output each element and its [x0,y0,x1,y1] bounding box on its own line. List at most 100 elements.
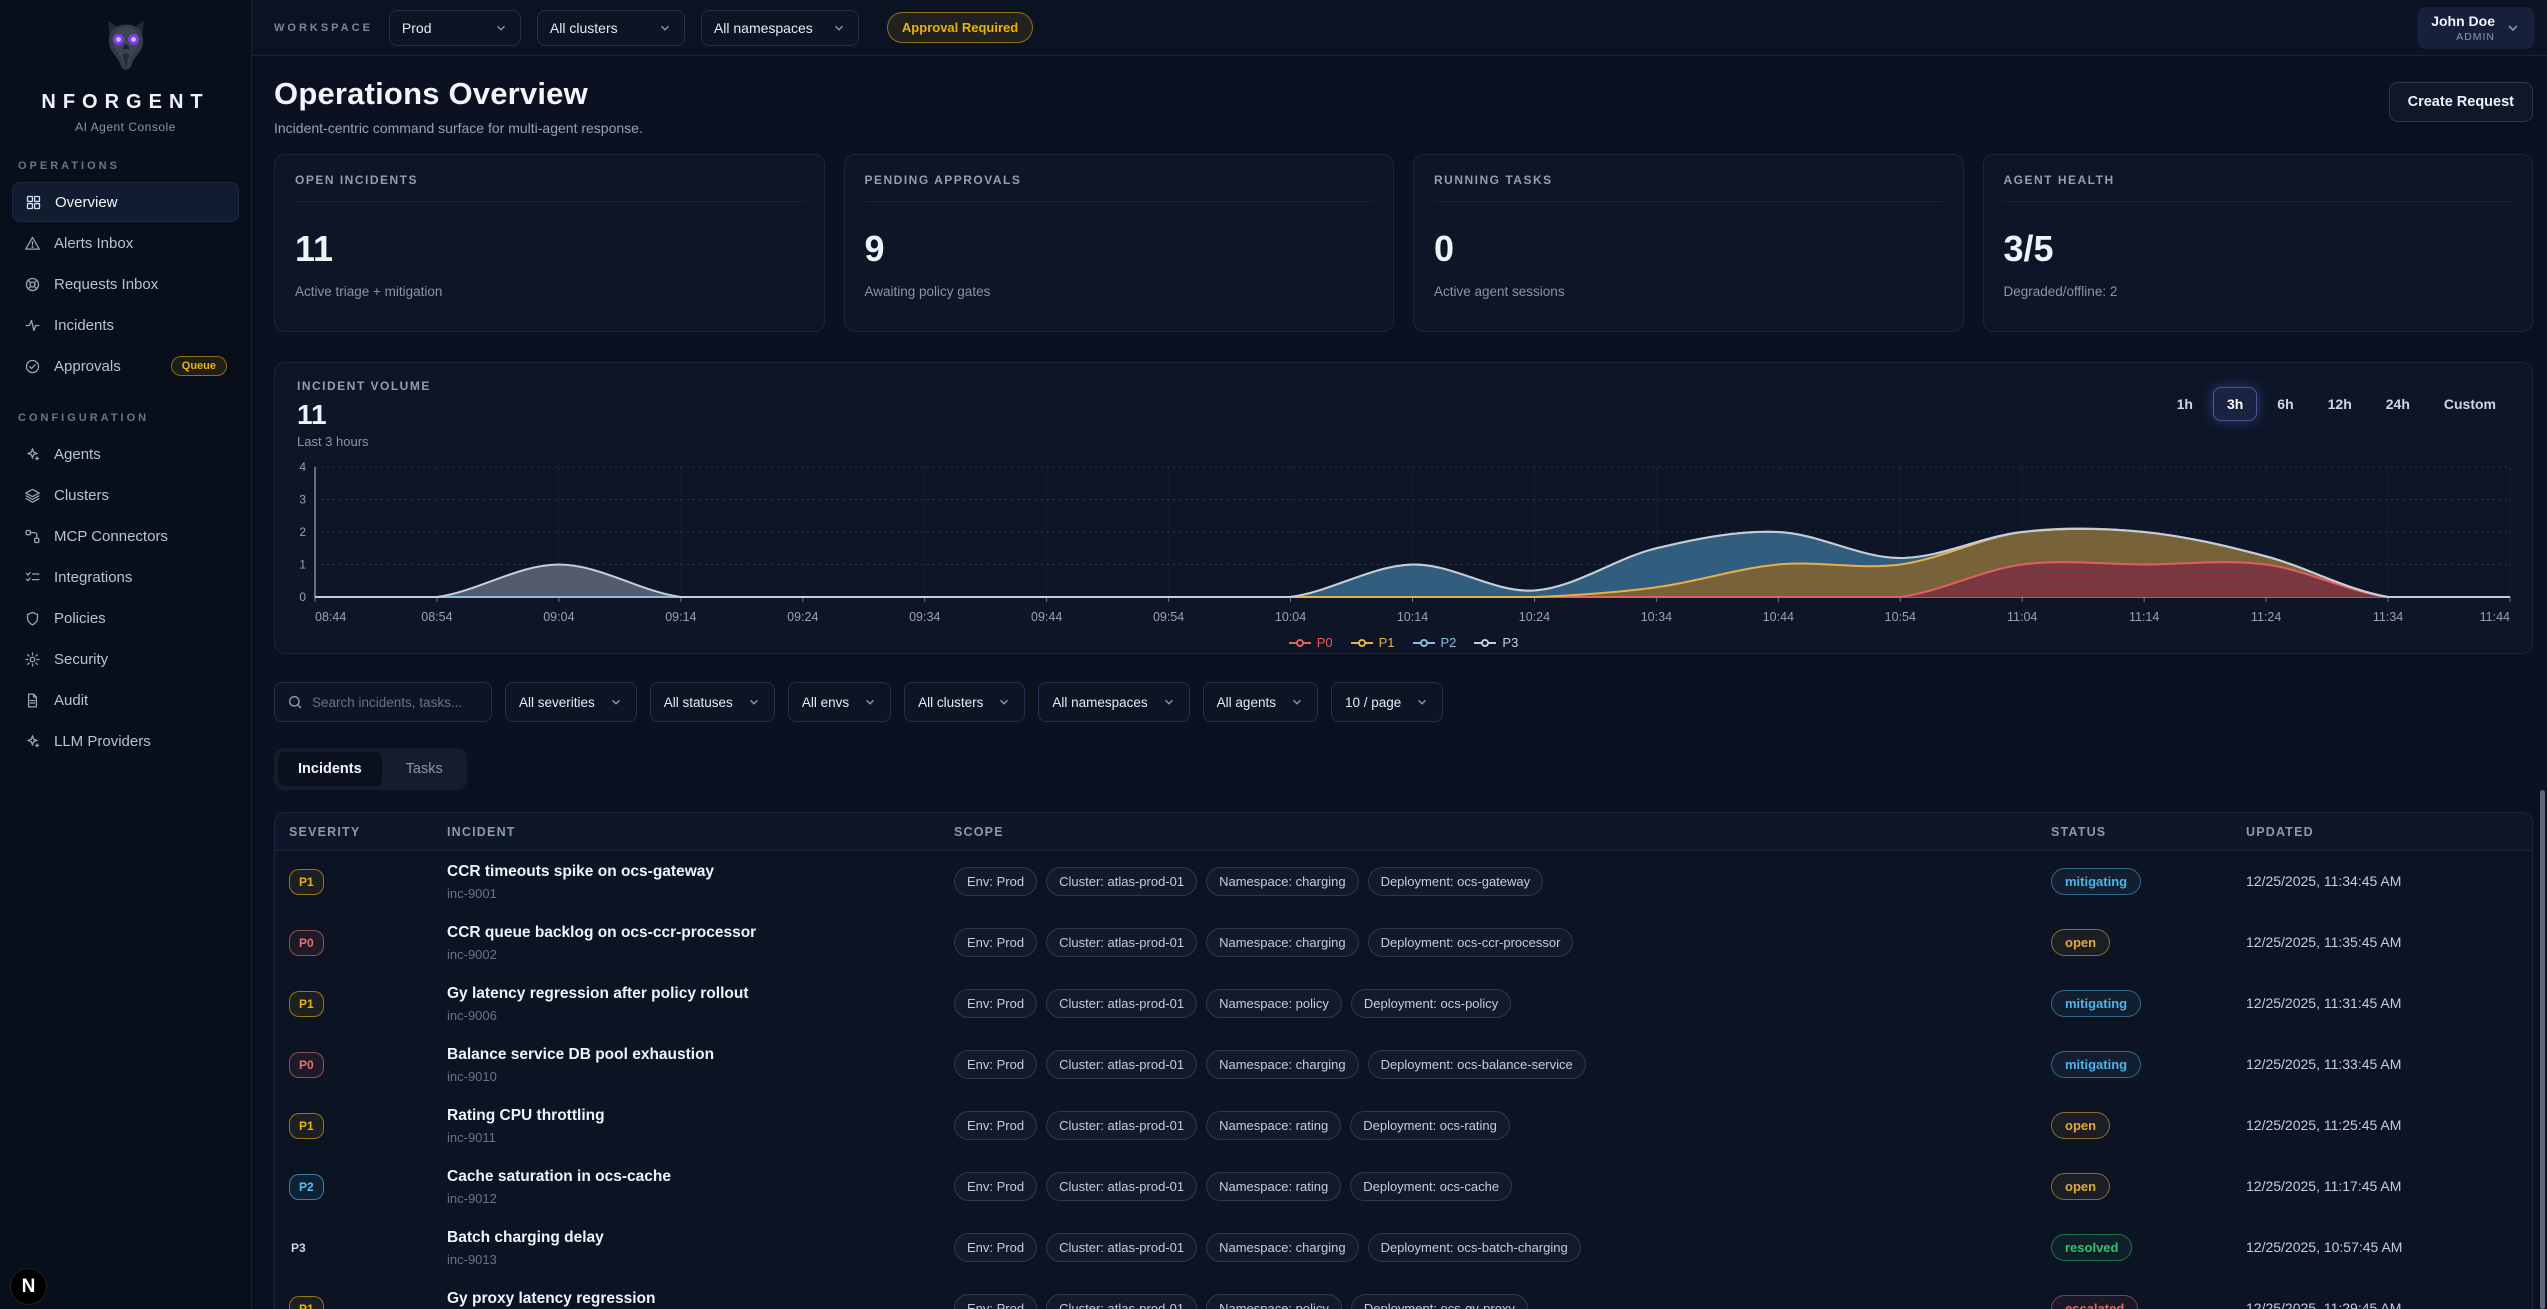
legend-item-p3[interactable]: P3 [1474,635,1518,650]
sidebar-item-label: MCP Connectors [54,528,168,545]
user-menu[interactable]: John Doe ADMIN [2417,7,2535,49]
updated-time: 12/25/2025, 10:57:45 AM [2246,1239,2402,1255]
table-row-inc-9010[interactable]: P0Balance service DB pool exhaustioninc-… [275,1034,2532,1095]
activity-icon [24,316,42,334]
sidebar-item-integrations[interactable]: Integrations [12,557,239,597]
filter-select-value: All envs [802,695,849,710]
table-row-inc-9006[interactable]: P1Gy latency regression after policy rol… [275,973,2532,1034]
legend-item-p0[interactable]: P0 [1289,635,1333,650]
filter-select-all-clusters[interactable]: All clusters [904,682,1025,722]
sidebar-item-label: Security [54,651,108,668]
incident-cell: Rating CPU throttlinginc-9011 [433,1107,940,1145]
page-header: Operations Overview Incident-centric com… [274,76,2533,136]
sidebar-item-clusters[interactable]: Clusters [12,475,239,515]
svg-text:11:04: 11:04 [2007,610,2037,624]
filter-select-all-agents[interactable]: All agents [1203,682,1318,722]
filter-bar: All severities All statuses All envs All cl… [274,682,2533,722]
filter-select-all-envs[interactable]: All envs [788,682,891,722]
sidebar-item-audit[interactable]: Audit [12,680,239,720]
shield-icon [24,609,42,627]
scrollbar-thumb[interactable] [2540,790,2545,1309]
stat-card-pending-approvals: PENDING APPROVALS 9 Awaiting policy gates [844,154,1395,332]
legend-item-p2[interactable]: P2 [1413,635,1457,650]
namespaces-select[interactable]: All namespaces [701,10,859,46]
stat-value: 9 [865,228,1374,270]
tab-incidents[interactable]: Incidents [278,752,382,786]
table-row-inc-9013[interactable]: P3Batch charging delayinc-9013Env: ProdC… [275,1217,2532,1278]
sidebar-item-label: Policies [54,610,106,627]
tab-tasks[interactable]: Tasks [386,752,463,786]
approval-required-badge[interactable]: Approval Required [887,12,1033,43]
search-input[interactable] [312,695,479,710]
sidebar-item-agents[interactable]: Agents [12,434,239,474]
scope-cell: Env: ProdCluster: atlas-prod-01Namespace… [940,989,2037,1018]
table-row-inc-9015[interactable]: P1Gy proxy latency regressioninc-9015Env… [275,1278,2532,1309]
sidebar-item-alerts-inbox[interactable]: Alerts Inbox [12,223,239,263]
legend-item-p1[interactable]: P1 [1351,635,1395,650]
sidebar-item-incidents[interactable]: Incidents [12,305,239,345]
range-button-3h[interactable]: 3h [2213,387,2257,421]
incident-id: inc-9006 [447,1008,940,1023]
scope-chip: Cluster: atlas-prod-01 [1046,1233,1197,1262]
create-request-button[interactable]: Create Request [2389,82,2533,122]
svg-text:0: 0 [299,590,306,604]
severity-badge: P3 [289,1236,315,1260]
sidebar-item-mcp-connectors[interactable]: MCP Connectors [12,516,239,556]
severity-cell: P1 [275,991,433,1017]
filter-select-all-statuses[interactable]: All statuses [650,682,775,722]
stat-label: PENDING APPROVALS [865,173,1374,202]
filter-select-all-severities[interactable]: All severities [505,682,637,722]
scope-chip: Cluster: atlas-prod-01 [1046,989,1197,1018]
checklist-icon [24,568,42,586]
chevron-down-icon [997,695,1011,709]
table-row-inc-9012[interactable]: P2Cache saturation in ocs-cacheinc-9012E… [275,1156,2532,1217]
incident-title: CCR timeouts spike on ocs-gateway [447,863,940,881]
column-header-updated: UPDATED [2232,825,2532,839]
sidebar-nav: OPERATIONSOverviewAlerts InboxRequests I… [12,160,239,761]
stat-sub: Active triage + mitigation [295,284,804,299]
filter-select-10-page[interactable]: 10 / page [1331,682,1443,722]
sidebar-item-overview[interactable]: Overview [12,182,239,222]
chevron-down-icon [747,695,761,709]
stat-label: OPEN INCIDENTS [295,173,804,202]
legend-marker-icon [1351,638,1373,648]
range-button-12h[interactable]: 12h [2314,387,2366,421]
table-row-inc-9002[interactable]: P0CCR queue backlog on ocs-ccr-processor… [275,912,2532,973]
table-row-inc-9011[interactable]: P1Rating CPU throttlinginc-9011Env: Prod… [275,1095,2532,1156]
status-cell: mitigating [2037,990,2232,1017]
column-header-incident: INCIDENT [433,825,940,839]
range-button-6h[interactable]: 6h [2263,387,2307,421]
table-row-inc-9001[interactable]: P1CCR timeouts spike on ocs-gatewayinc-9… [275,851,2532,912]
updated-time: 12/25/2025, 11:29:45 AM [2246,1300,2401,1309]
updated-cell: 12/25/2025, 10:57:45 AM [2232,1239,2532,1257]
incident-cell: Batch charging delayinc-9013 [433,1229,940,1267]
sidebar-item-label: Clusters [54,487,109,504]
legend-marker-icon [1289,638,1311,648]
svg-text:11:14: 11:14 [2129,610,2159,624]
dev-overlay-button[interactable]: N [10,1268,47,1305]
sidebar-item-security[interactable]: Security [12,639,239,679]
tabs: IncidentsTasks [274,748,467,790]
stat-value: 0 [1434,228,1943,270]
layers-icon [24,486,42,504]
stat-sub: Awaiting policy gates [865,284,1374,299]
range-button-1h[interactable]: 1h [2163,387,2207,421]
sidebar-item-llm-providers[interactable]: LLM Providers [12,721,239,761]
sidebar-item-approvals[interactable]: ApprovalsQueue [12,346,239,386]
range-button-24h[interactable]: 24h [2372,387,2424,421]
incident-cell: CCR timeouts spike on ocs-gatewayinc-900… [433,863,940,901]
severity-badge: P1 [289,1113,324,1139]
chevron-down-icon [863,695,877,709]
sidebar-item-policies[interactable]: Policies [12,598,239,638]
scope-chip: Cluster: atlas-prod-01 [1046,1172,1197,1201]
scope-cell: Env: ProdCluster: atlas-prod-01Namespace… [940,867,2037,896]
chevron-down-icon [2505,20,2521,36]
workspace-select[interactable]: Prod [389,10,521,46]
svg-text:08:44: 08:44 [315,610,346,624]
stat-label: AGENT HEALTH [2004,173,2513,202]
clusters-select[interactable]: All clusters [537,10,685,46]
page-title: Operations Overview [274,76,643,112]
sidebar-item-requests-inbox[interactable]: Requests Inbox [12,264,239,304]
range-button-custom[interactable]: Custom [2430,387,2510,421]
filter-select-all-namespaces[interactable]: All namespaces [1038,682,1189,722]
